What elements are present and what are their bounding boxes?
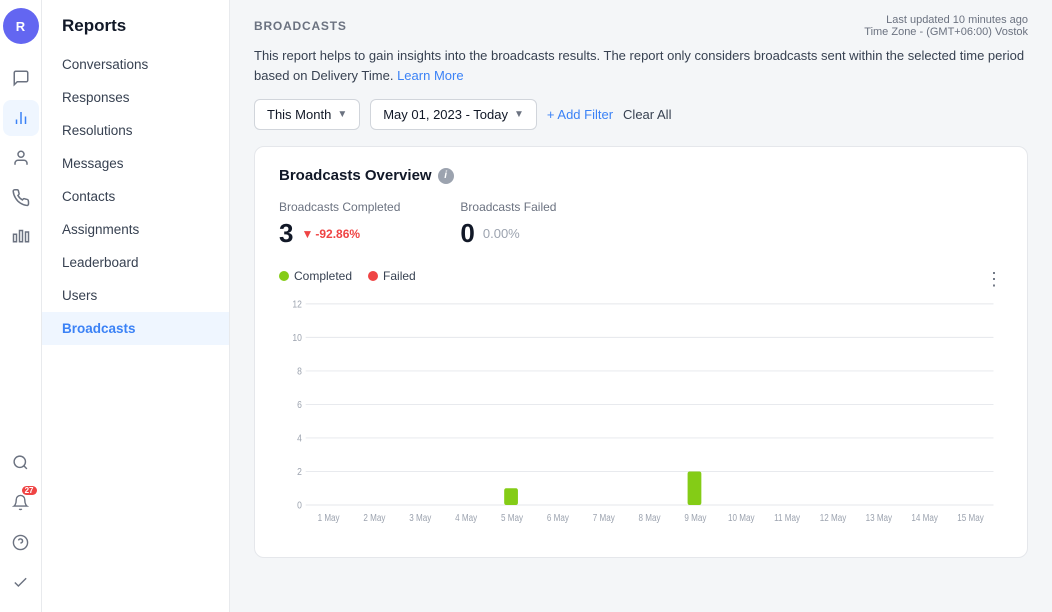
failed-pct: 0.00% (483, 226, 520, 241)
overview-card-header: Broadcasts Overview i (279, 167, 1003, 184)
page-title: BROADCASTS (254, 19, 347, 33)
sidebar-item-broadcasts[interactable]: Broadcasts (42, 312, 229, 345)
nav-sidebar: Reports Conversations Responses Resoluti… (42, 0, 230, 612)
notification-badge: 27 (22, 486, 37, 495)
failed-value: 0 0.00% (460, 218, 556, 249)
chevron-down-icon: ▼ (301, 227, 313, 241)
info-banner: This report helps to gain insights into … (254, 46, 1028, 85)
sidebar-title: Reports (42, 0, 229, 48)
clear-all-button[interactable]: Clear All (623, 107, 671, 122)
svg-text:13 May: 13 May (866, 512, 893, 523)
svg-text:1 May: 1 May (318, 512, 341, 523)
chart-area: Completed Failed ⋮ 0 2 4 6 8 10 12 1 May 2 May 3 … (279, 269, 1003, 537)
failed-legend-dot (368, 271, 378, 281)
sidebar-item-messages[interactable]: Messages (42, 147, 229, 180)
help-icon[interactable] (3, 524, 39, 560)
conversations-nav-icon[interactable] (3, 60, 39, 96)
svg-text:9 May: 9 May (684, 512, 707, 523)
svg-text:10: 10 (292, 332, 302, 344)
svg-text:3 May: 3 May (409, 512, 432, 523)
svg-text:4 May: 4 May (455, 512, 478, 523)
chart-options-button[interactable]: ⋮ (985, 269, 1003, 290)
stats-row: Broadcasts Completed 3 ▼ -92.86% Broadca… (279, 200, 1003, 249)
add-filter-button[interactable]: + Add Filter (547, 107, 613, 122)
chart-wrapper: 0 2 4 6 8 10 12 1 May 2 May 3 May 4 May 5 May 6 May 7… (279, 297, 1003, 537)
sidebar-item-assignments[interactable]: Assignments (42, 213, 229, 246)
svg-text:8 May: 8 May (639, 512, 662, 523)
svg-text:6 May: 6 May (547, 512, 570, 523)
broadcasts-nav-icon[interactable] (3, 180, 39, 216)
check-icon[interactable] (3, 564, 39, 600)
notifications-icon[interactable]: 27 (3, 484, 39, 520)
failed-legend-item: Failed (368, 269, 416, 283)
completed-legend-item: Completed (279, 269, 352, 283)
chevron-down-icon: ▼ (514, 109, 524, 120)
completed-value: 3 ▼ -92.86% (279, 218, 400, 249)
overview-title: Broadcasts Overview (279, 167, 432, 184)
svg-text:12 May: 12 May (820, 512, 847, 523)
svg-text:6: 6 (297, 399, 302, 411)
chart-legend: Completed Failed (279, 269, 416, 283)
completed-label: Broadcasts Completed (279, 200, 400, 214)
main-header: BROADCASTS Last updated 10 minutes ago T… (230, 0, 1052, 46)
org-nav-icon[interactable] (3, 220, 39, 256)
sidebar-item-conversations[interactable]: Conversations (42, 48, 229, 81)
period-filter[interactable]: This Month ▼ (254, 99, 360, 130)
sidebar-item-users[interactable]: Users (42, 279, 229, 312)
svg-text:12: 12 (292, 299, 302, 311)
svg-text:7 May: 7 May (593, 512, 616, 523)
sidebar-item-contacts[interactable]: Contacts (42, 180, 229, 213)
last-updated: Last updated 10 minutes ago Time Zone - … (864, 14, 1028, 38)
completed-change: ▼ -92.86% (301, 227, 360, 241)
chevron-down-icon: ▼ (337, 109, 347, 120)
svg-text:11 May: 11 May (774, 512, 800, 523)
svg-text:14 May: 14 May (911, 512, 938, 523)
overview-card: Broadcasts Overview i Broadcasts Complet… (254, 146, 1028, 558)
contacts-nav-icon[interactable] (3, 140, 39, 176)
search-bottom-icon[interactable] (3, 444, 39, 480)
completed-stat: Broadcasts Completed 3 ▼ -92.86% (279, 200, 400, 249)
reports-nav-icon[interactable] (3, 100, 39, 136)
svg-text:2 May: 2 May (363, 512, 386, 523)
failed-label: Broadcasts Failed (460, 200, 556, 214)
info-icon: i (438, 168, 454, 184)
learn-more-link[interactable]: Learn More (397, 68, 463, 83)
icon-sidebar: R 27 (0, 0, 42, 612)
svg-text:15 May: 15 May (957, 512, 984, 523)
sidebar-item-leaderboard[interactable]: Leaderboard (42, 246, 229, 279)
date-range-filter[interactable]: May 01, 2023 - Today ▼ (370, 99, 537, 130)
sidebar-item-responses[interactable]: Responses (42, 81, 229, 114)
filters-row: This Month ▼ May 01, 2023 - Today ▼ + Ad… (254, 99, 1028, 130)
chart-svg: 0 2 4 6 8 10 12 1 May 2 May 3 May 4 May 5 May 6 May 7… (279, 297, 1003, 537)
main-body: This report helps to gain insights into … (230, 46, 1052, 612)
svg-text:10 May: 10 May (728, 512, 755, 523)
sidebar-item-resolutions[interactable]: Resolutions (42, 114, 229, 147)
completed-legend-dot (279, 271, 289, 281)
failed-stat: Broadcasts Failed 0 0.00% (460, 200, 556, 249)
svg-text:2: 2 (297, 466, 302, 478)
svg-text:5 May: 5 May (501, 512, 524, 523)
avatar[interactable]: R (3, 8, 39, 44)
main-content: BROADCASTS Last updated 10 minutes ago T… (230, 0, 1052, 612)
svg-text:4: 4 (297, 433, 302, 445)
svg-text:8: 8 (297, 366, 302, 378)
svg-text:0: 0 (297, 500, 302, 512)
